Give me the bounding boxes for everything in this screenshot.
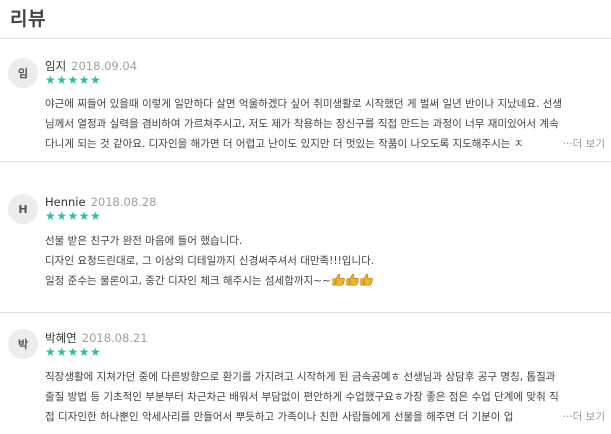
review-text-line: 님께서 열정과 실력을 겸비하여 가르쳐주시고, 저도 제가 착용하는 장신구를… [45, 118, 559, 130]
review-meta: Hennie 2018.08.28 [45, 195, 156, 209]
review-text-line: 선물 받은 친구가 완전 마음에 들어 했습니다. [45, 235, 243, 247]
read-more-link[interactable]: ···더 보기 [560, 407, 605, 427]
avatar: 임 [8, 58, 38, 88]
page-title: 리뷰 [10, 8, 46, 30]
thumbs-up-icons [332, 273, 374, 293]
review-item: H Hennie 2018.08.28 ★★★★★ 선물 받은 친구가 완전 마음… [0, 161, 611, 309]
review-text-line: 야근에 찌들어 있을때 이렇게 일만하다 살면 억울하겠다 싶어 취미생활로 시… [45, 98, 563, 110]
star-rating: ★★★★★ [45, 345, 102, 359]
review-date: 2018.09.04 [71, 59, 138, 73]
review-text: 직장생활에 지쳐가던 중에 다른방향으로 환기를 가지려고 시작하게 된 금속공… [45, 367, 605, 427]
thumbs-up-icon [346, 273, 359, 286]
review-text-line: 줄질 방법 등 기초적인 부분부터 차근차근 배워서 부담없이 편안하게 수업했… [45, 391, 559, 403]
review-text: 야근에 찌들어 있을때 이렇게 일만하다 살면 억울하겠다 싶어 취미생활로 시… [45, 94, 605, 154]
star-rating: ★★★★★ [45, 209, 102, 223]
review-date: 2018.08.28 [90, 195, 157, 209]
star-rating: ★★★★★ [45, 73, 102, 87]
review-text-line: 직장생활에 지쳐가던 중에 다른방향으로 환기를 가지려고 시작하게 된 금속공… [45, 371, 556, 383]
review-text: 선물 받은 친구가 완전 마음에 들어 했습니다. 디자인 요청드린대로, 그 … [45, 231, 605, 293]
review-item: 박 박혜연 2018.08.21 ★★★★★ 직장생활에 지쳐가던 중에 다른방향… [0, 312, 611, 434]
review-text-line: 디자인 요청드린대로, 그 이상의 디테일까지 신경써주셔서 대만족!!!입니다… [45, 255, 375, 267]
review-author: Hennie [45, 195, 86, 209]
review-text-line: 접 디자인한 하나뿐인 악세사리를 만들어서 뿌듯하고 가족이나 친한 사람들에… [45, 411, 514, 423]
review-meta: 박혜연 2018.08.21 [45, 331, 148, 345]
review-date: 2018.08.21 [81, 331, 148, 345]
avatar: H [8, 194, 38, 224]
review-text-line: 다니게 되는 것 같아요. 디자인을 해가면 더 어렵고 난이도 있지만 더 멋… [45, 138, 524, 150]
review-text-line: 일정 준수는 물론이고, 중간 디자인 체크 해주시는 섬세함까지~~ [45, 271, 605, 293]
review-author: 임지 [45, 59, 67, 73]
read-more-link[interactable]: ···더 보기 [560, 134, 605, 154]
thumbs-up-icon [360, 273, 373, 286]
review-item: 임 임지 2018.09.04 ★★★★★ 야근에 찌들어 있을때 이렇게 일만하… [0, 38, 611, 158]
review-author: 박혜연 [45, 331, 77, 345]
review-meta: 임지 2018.09.04 [45, 59, 137, 73]
avatar: 박 [8, 329, 38, 359]
thumbs-up-icon [332, 273, 345, 286]
review-text-line-content: 일정 준수는 물론이고, 중간 디자인 체크 해주시는 섬세함까지~~ [45, 275, 331, 287]
